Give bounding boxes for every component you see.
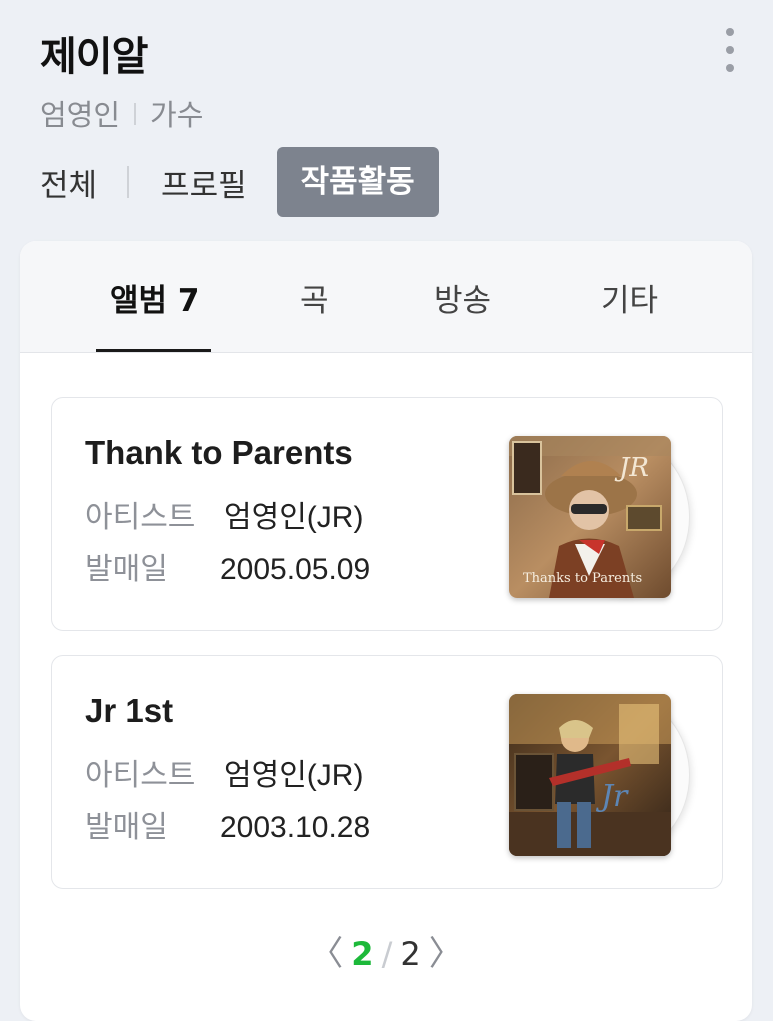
more-options-icon[interactable] xyxy=(722,28,738,72)
album-cover[interactable]: JR Thanks to Parents xyxy=(509,436,689,600)
top-tab-bar: 전체 프로필 작품활동 xyxy=(40,146,439,218)
tab-works[interactable]: 작품활동 xyxy=(276,147,439,217)
subtab-album[interactable]: 앨범 7 xyxy=(110,275,199,320)
cover-logo-text: Jr xyxy=(595,779,629,814)
total-pages: 2 xyxy=(400,935,421,973)
tab-profile[interactable]: 프로필 xyxy=(161,160,247,205)
album-artist-row: 아티스트 엄영인(JR) xyxy=(85,492,363,536)
album-date-row: 발매일 2003.10.28 xyxy=(85,802,370,846)
chevron-right-icon[interactable]: 〉 xyxy=(429,934,463,974)
active-tab-indicator xyxy=(96,349,211,352)
album-cover-image: JR Thanks to Parents xyxy=(509,436,671,598)
album-title[interactable]: Thank to Parents xyxy=(85,434,353,472)
album-item[interactable]: Jr 1st 아티스트 엄영인(JR) 발매일 2003.10.28 Jr xyxy=(51,655,723,889)
cover-caption-text: Thanks to Parents xyxy=(523,571,642,586)
artist-label: 아티스트 xyxy=(85,758,196,793)
album-date-row: 발매일 2005.05.09 xyxy=(85,544,370,588)
current-page: 2 xyxy=(351,935,374,973)
divider xyxy=(134,103,137,125)
subtitle: 엄영인 가수 xyxy=(40,92,203,134)
album-artist-row: 아티스트 엄영인(JR) xyxy=(85,750,363,794)
album-cover-image: Jr xyxy=(509,694,671,856)
divider xyxy=(127,166,130,198)
subtab-etc[interactable]: 기타 xyxy=(601,275,658,320)
album-item[interactable]: Thank to Parents 아티스트 엄영인(JR) 발매일 2005.05.… xyxy=(51,397,723,631)
chevron-left-icon[interactable]: 〈 xyxy=(309,934,343,974)
date-value: 2005.05.09 xyxy=(220,553,371,586)
date-label: 발매일 xyxy=(85,810,168,845)
artist-job: 가수 xyxy=(150,98,204,132)
album-title[interactable]: Jr 1st xyxy=(85,692,173,730)
artist-value: 엄영인(JR) xyxy=(224,759,364,792)
pagination: 〈 2/2 〉 xyxy=(20,926,752,975)
cover-logo-text: JR xyxy=(614,453,649,483)
date-label: 발매일 xyxy=(85,552,168,587)
page-title: 제이알 xyxy=(40,34,148,80)
album-cover[interactable]: Jr xyxy=(509,694,689,858)
artist-label: 아티스트 xyxy=(85,500,196,535)
artist-real-name: 엄영인 xyxy=(40,98,121,132)
subtab-song[interactable]: 곡 xyxy=(300,275,329,320)
works-card: 앨범 7 곡 방송 기타 Thank to Parents 아티스트엄영인(JR… xyxy=(20,241,752,1021)
date-value: 2003.10.28 xyxy=(220,811,371,844)
tab-all[interactable]: 전체 xyxy=(40,160,97,205)
sub-tab-bar: 앨범 7 곡 방송 기타 xyxy=(20,241,752,353)
page-separator: / xyxy=(381,935,393,973)
subtab-broadcast[interactable]: 방송 xyxy=(434,275,491,320)
artist-value: 엄영인(JR) xyxy=(224,501,364,534)
